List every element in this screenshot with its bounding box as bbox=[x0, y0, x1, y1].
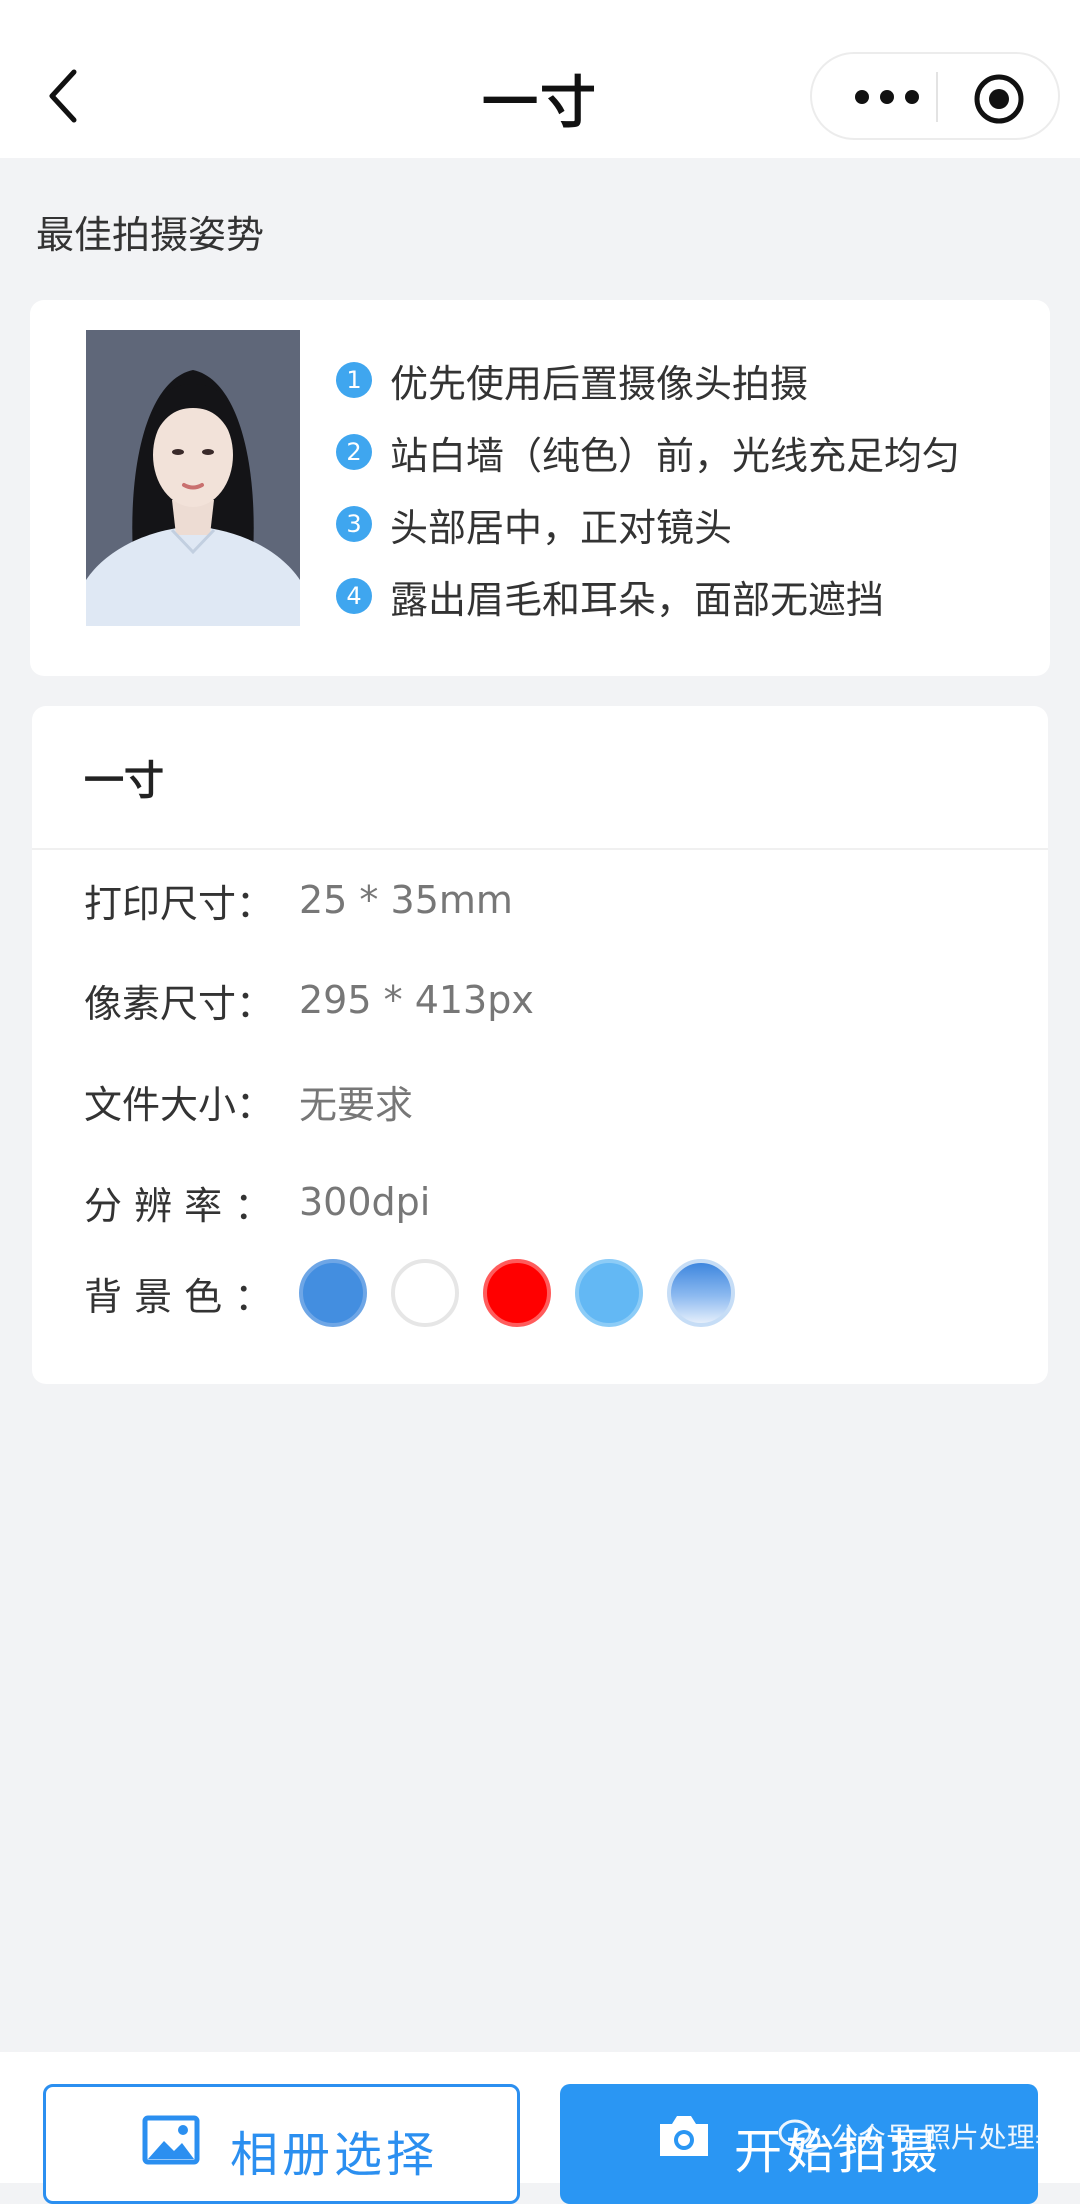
close-target-icon[interactable] bbox=[972, 72, 1026, 126]
spec-label: 文件大小： bbox=[84, 1082, 275, 1127]
divider bbox=[32, 848, 1048, 850]
color-swatch-gradient-blue[interactable] bbox=[667, 1259, 735, 1327]
list-item: 1 优先使用后置摄像头拍摄 bbox=[336, 344, 960, 416]
tip-text: 站白墙（纯色）前，光线充足均匀 bbox=[390, 433, 961, 478]
color-swatch-red[interactable] bbox=[483, 1259, 551, 1327]
section-title: 最佳拍摄姿势 bbox=[36, 213, 265, 257]
spec-value: 无要求 bbox=[299, 1082, 414, 1127]
pose-tips-list: 1 优先使用后置摄像头拍摄 2 站白墙（纯色）前，光线充足均匀 3 头部居中，正… bbox=[336, 344, 960, 632]
navigation-bar: 一寸 bbox=[0, 0, 1080, 158]
spec-row-resolution: 分 辨 率 ： 300dpi bbox=[84, 1172, 430, 1232]
step-badge: 4 bbox=[336, 578, 372, 614]
spec-value: 25 * 35mm bbox=[299, 878, 513, 922]
camera-icon bbox=[660, 2116, 708, 2156]
spec-card: 一寸 打印尺寸： 25 * 35mm 像素尺寸： 295 * 413px 文件大… bbox=[32, 706, 1048, 1384]
step-badge: 3 bbox=[336, 506, 372, 542]
more-icon[interactable] bbox=[852, 82, 922, 112]
spec-label: 背 景 色 ： bbox=[84, 1274, 273, 1319]
sample-portrait-image bbox=[86, 330, 300, 626]
spec-title: 一寸 bbox=[84, 758, 164, 804]
spec-value: 300dpi bbox=[299, 1180, 431, 1224]
step-badge: 1 bbox=[336, 362, 372, 398]
watermark-text: 公众号·照片处理器 bbox=[830, 2121, 1063, 2154]
color-swatch-blue[interactable] bbox=[299, 1259, 367, 1327]
list-item: 3 头部居中，正对镜头 bbox=[336, 488, 960, 560]
capsule-divider bbox=[936, 72, 938, 122]
image-icon bbox=[142, 2115, 200, 2165]
list-item: 4 露出眉毛和耳朵，面部无遮挡 bbox=[336, 560, 960, 632]
spec-row-file-size: 文件大小： 无要求 bbox=[84, 1071, 413, 1131]
step-badge: 2 bbox=[336, 434, 372, 470]
spec-row-pixel-size: 像素尺寸： 295 * 413px bbox=[84, 970, 534, 1030]
spec-label: 像素尺寸： bbox=[84, 981, 275, 1026]
tip-text: 优先使用后置摄像头拍摄 bbox=[390, 361, 809, 406]
pose-guide-card: 1 优先使用后置摄像头拍摄 2 站白墙（纯色）前，光线充足均匀 3 头部居中，正… bbox=[30, 300, 1050, 676]
album-button-label: 相册选择 bbox=[230, 2127, 439, 2183]
spec-label: 分 辨 率 ： bbox=[84, 1183, 273, 1228]
tip-text: 头部居中，正对镜头 bbox=[390, 505, 733, 550]
color-swatch-white[interactable] bbox=[391, 1259, 459, 1327]
spec-row-background-color: 背 景 色 ： bbox=[84, 1255, 759, 1331]
watermark: 公众号·照片处理器 bbox=[778, 2116, 1063, 2156]
miniprogram-capsule bbox=[810, 52, 1060, 140]
album-select-button[interactable]: 相册选择 bbox=[43, 2084, 520, 2204]
spec-label: 打印尺寸： bbox=[84, 881, 275, 926]
tip-text: 露出眉毛和耳朵，面部无遮挡 bbox=[390, 577, 885, 622]
list-item: 2 站白墙（纯色）前，光线充足均匀 bbox=[336, 416, 960, 488]
background-color-options bbox=[299, 1259, 759, 1327]
spec-value: 295 * 413px bbox=[299, 978, 534, 1022]
wechat-icon bbox=[778, 2119, 821, 2153]
color-swatch-light-blue[interactable] bbox=[575, 1259, 643, 1327]
spec-row-print-size: 打印尺寸： 25 * 35mm bbox=[84, 870, 513, 930]
